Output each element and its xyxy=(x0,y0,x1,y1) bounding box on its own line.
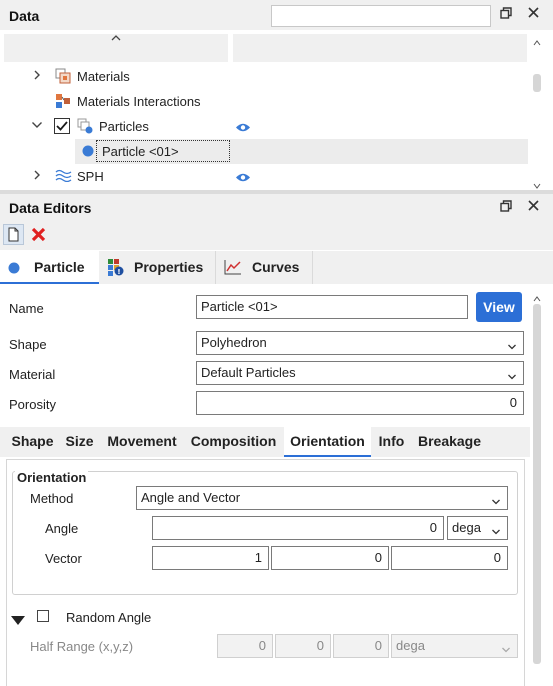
tree-item-label: Particles xyxy=(99,119,149,134)
material-select-value: Default Particles xyxy=(201,365,296,380)
method-select[interactable]: Angle and Vector xyxy=(136,486,508,510)
delete-red-x-icon xyxy=(31,227,46,242)
orientation-group-title: Orientation xyxy=(15,470,89,485)
sort-up-icon[interactable] xyxy=(111,29,121,44)
chevron-down-icon xyxy=(507,367,517,380)
float-panel-icon[interactable] xyxy=(499,200,513,214)
tree-scrollbar[interactable] xyxy=(530,30,544,189)
half-range-unit-value: dega xyxy=(396,638,425,653)
angle-input[interactable]: 0 xyxy=(152,516,444,540)
tree-item-label: Materials Interactions xyxy=(77,94,201,109)
vector-x-input[interactable]: 1 xyxy=(152,546,269,570)
editor-scrollbar[interactable] xyxy=(530,286,544,686)
subtab-orientation[interactable]: Orientation xyxy=(284,427,371,457)
tree-item-label: Particle <01> xyxy=(102,144,179,159)
material-label: Material xyxy=(9,367,56,382)
data-panel-title: Data xyxy=(9,8,40,24)
editors-panel-header: Data Editors xyxy=(0,194,553,220)
subtab-breakage[interactable]: Breakage xyxy=(413,427,486,457)
eye-visibility-icon[interactable] xyxy=(235,171,251,186)
particles-checkbox[interactable] xyxy=(54,118,70,137)
scroll-up-icon[interactable] xyxy=(533,290,541,305)
shape-select-value: Polyhedron xyxy=(201,335,267,350)
properties-grid-icon: ! xyxy=(108,259,124,279)
random-angle-checkbox[interactable] xyxy=(37,610,49,625)
tab-curves[interactable]: Curves xyxy=(217,251,313,284)
editor-toolbar xyxy=(0,220,553,250)
tab-properties[interactable]: ! Properties xyxy=(101,251,216,284)
eye-visibility-icon[interactable] xyxy=(235,121,251,136)
close-panel-icon[interactable] xyxy=(526,200,540,214)
half-range-x-input[interactable]: 0 xyxy=(217,634,273,658)
svg-text:!: ! xyxy=(117,268,120,276)
half-range-y-input[interactable]: 0 xyxy=(275,634,331,658)
collapse-triangle-icon[interactable] xyxy=(11,613,25,628)
new-document-button[interactable] xyxy=(3,224,24,245)
tree-item-materials[interactable]: Materials xyxy=(0,64,528,89)
interactions-icon xyxy=(55,93,71,112)
tab-label: Curves xyxy=(252,259,300,275)
subtab-composition[interactable]: Composition xyxy=(186,427,281,457)
tree-scroll-thumb[interactable] xyxy=(533,74,541,92)
material-select[interactable]: Default Particles xyxy=(196,361,524,385)
chevron-down-icon xyxy=(507,337,517,350)
editors-panel-title: Data Editors xyxy=(9,200,92,216)
tree-item-materials-interactions[interactable]: Materials Interactions xyxy=(0,89,528,114)
particle-dot-icon xyxy=(82,145,94,160)
subtab-movement[interactable]: Movement xyxy=(101,427,183,457)
angle-unit-select[interactable]: dega xyxy=(447,516,508,540)
tab-label: Particle xyxy=(34,259,85,275)
subtab-size[interactable]: Size xyxy=(61,427,98,457)
float-panel-icon[interactable] xyxy=(499,7,513,21)
particle-dot-icon xyxy=(8,261,20,277)
method-label: Method xyxy=(30,491,74,506)
delete-button[interactable] xyxy=(28,224,49,245)
vector-z-input[interactable]: 0 xyxy=(391,546,508,570)
angle-label: Angle xyxy=(45,521,79,536)
name-label: Name xyxy=(9,301,44,316)
porosity-label: Porosity xyxy=(9,397,56,412)
tab-particle[interactable]: Particle xyxy=(0,251,99,284)
view-button[interactable]: View xyxy=(476,292,522,322)
tree-item-sph[interactable]: SPH xyxy=(0,164,528,189)
half-range-unit-select[interactable]: dega xyxy=(391,634,518,658)
porosity-input[interactable]: 0 xyxy=(196,391,524,415)
chevron-down-icon xyxy=(501,640,511,653)
subtab-info[interactable]: Info xyxy=(373,427,410,457)
method-select-value: Angle and Vector xyxy=(141,490,241,505)
data-panel-header: Data xyxy=(0,0,553,30)
subtab-shape[interactable]: Shape xyxy=(7,427,58,457)
chevron-down-icon xyxy=(491,492,501,505)
search-input[interactable] xyxy=(271,5,491,27)
name-input[interactable]: Particle <01> xyxy=(196,295,468,319)
new-document-icon xyxy=(8,227,19,242)
tree-item-label: Materials xyxy=(77,69,130,84)
tree-item-label: SPH xyxy=(77,169,104,184)
angle-unit-value: dega xyxy=(452,520,481,535)
particles-icon xyxy=(77,118,93,137)
curves-chart-icon xyxy=(224,259,242,278)
shape-label: Shape xyxy=(9,337,47,352)
half-range-z-input[interactable]: 0 xyxy=(333,634,389,658)
chevron-right-icon[interactable] xyxy=(33,169,45,183)
half-range-label: Half Range (x,y,z) xyxy=(30,639,134,654)
sph-icon xyxy=(55,169,72,185)
tab-label: Properties xyxy=(134,259,204,275)
close-panel-icon[interactable] xyxy=(526,7,540,21)
random-angle-label: Random Angle xyxy=(66,610,152,625)
vector-y-input[interactable]: 0 xyxy=(271,546,389,570)
tree-item-particles[interactable]: Particles xyxy=(0,114,528,139)
vector-label: Vector xyxy=(45,551,82,566)
scroll-up-icon[interactable] xyxy=(533,34,541,49)
chevron-down-icon xyxy=(491,522,501,535)
tree-item-particle-01[interactable]: Particle <01> xyxy=(75,139,528,164)
shape-select[interactable]: Polyhedron xyxy=(196,331,524,355)
materials-icon xyxy=(55,68,71,87)
chevron-right-icon[interactable] xyxy=(33,69,45,83)
chevron-down-icon[interactable] xyxy=(31,119,43,133)
editor-scroll-thumb[interactable] xyxy=(533,304,541,664)
tree-column-header-2[interactable] xyxy=(233,34,527,62)
